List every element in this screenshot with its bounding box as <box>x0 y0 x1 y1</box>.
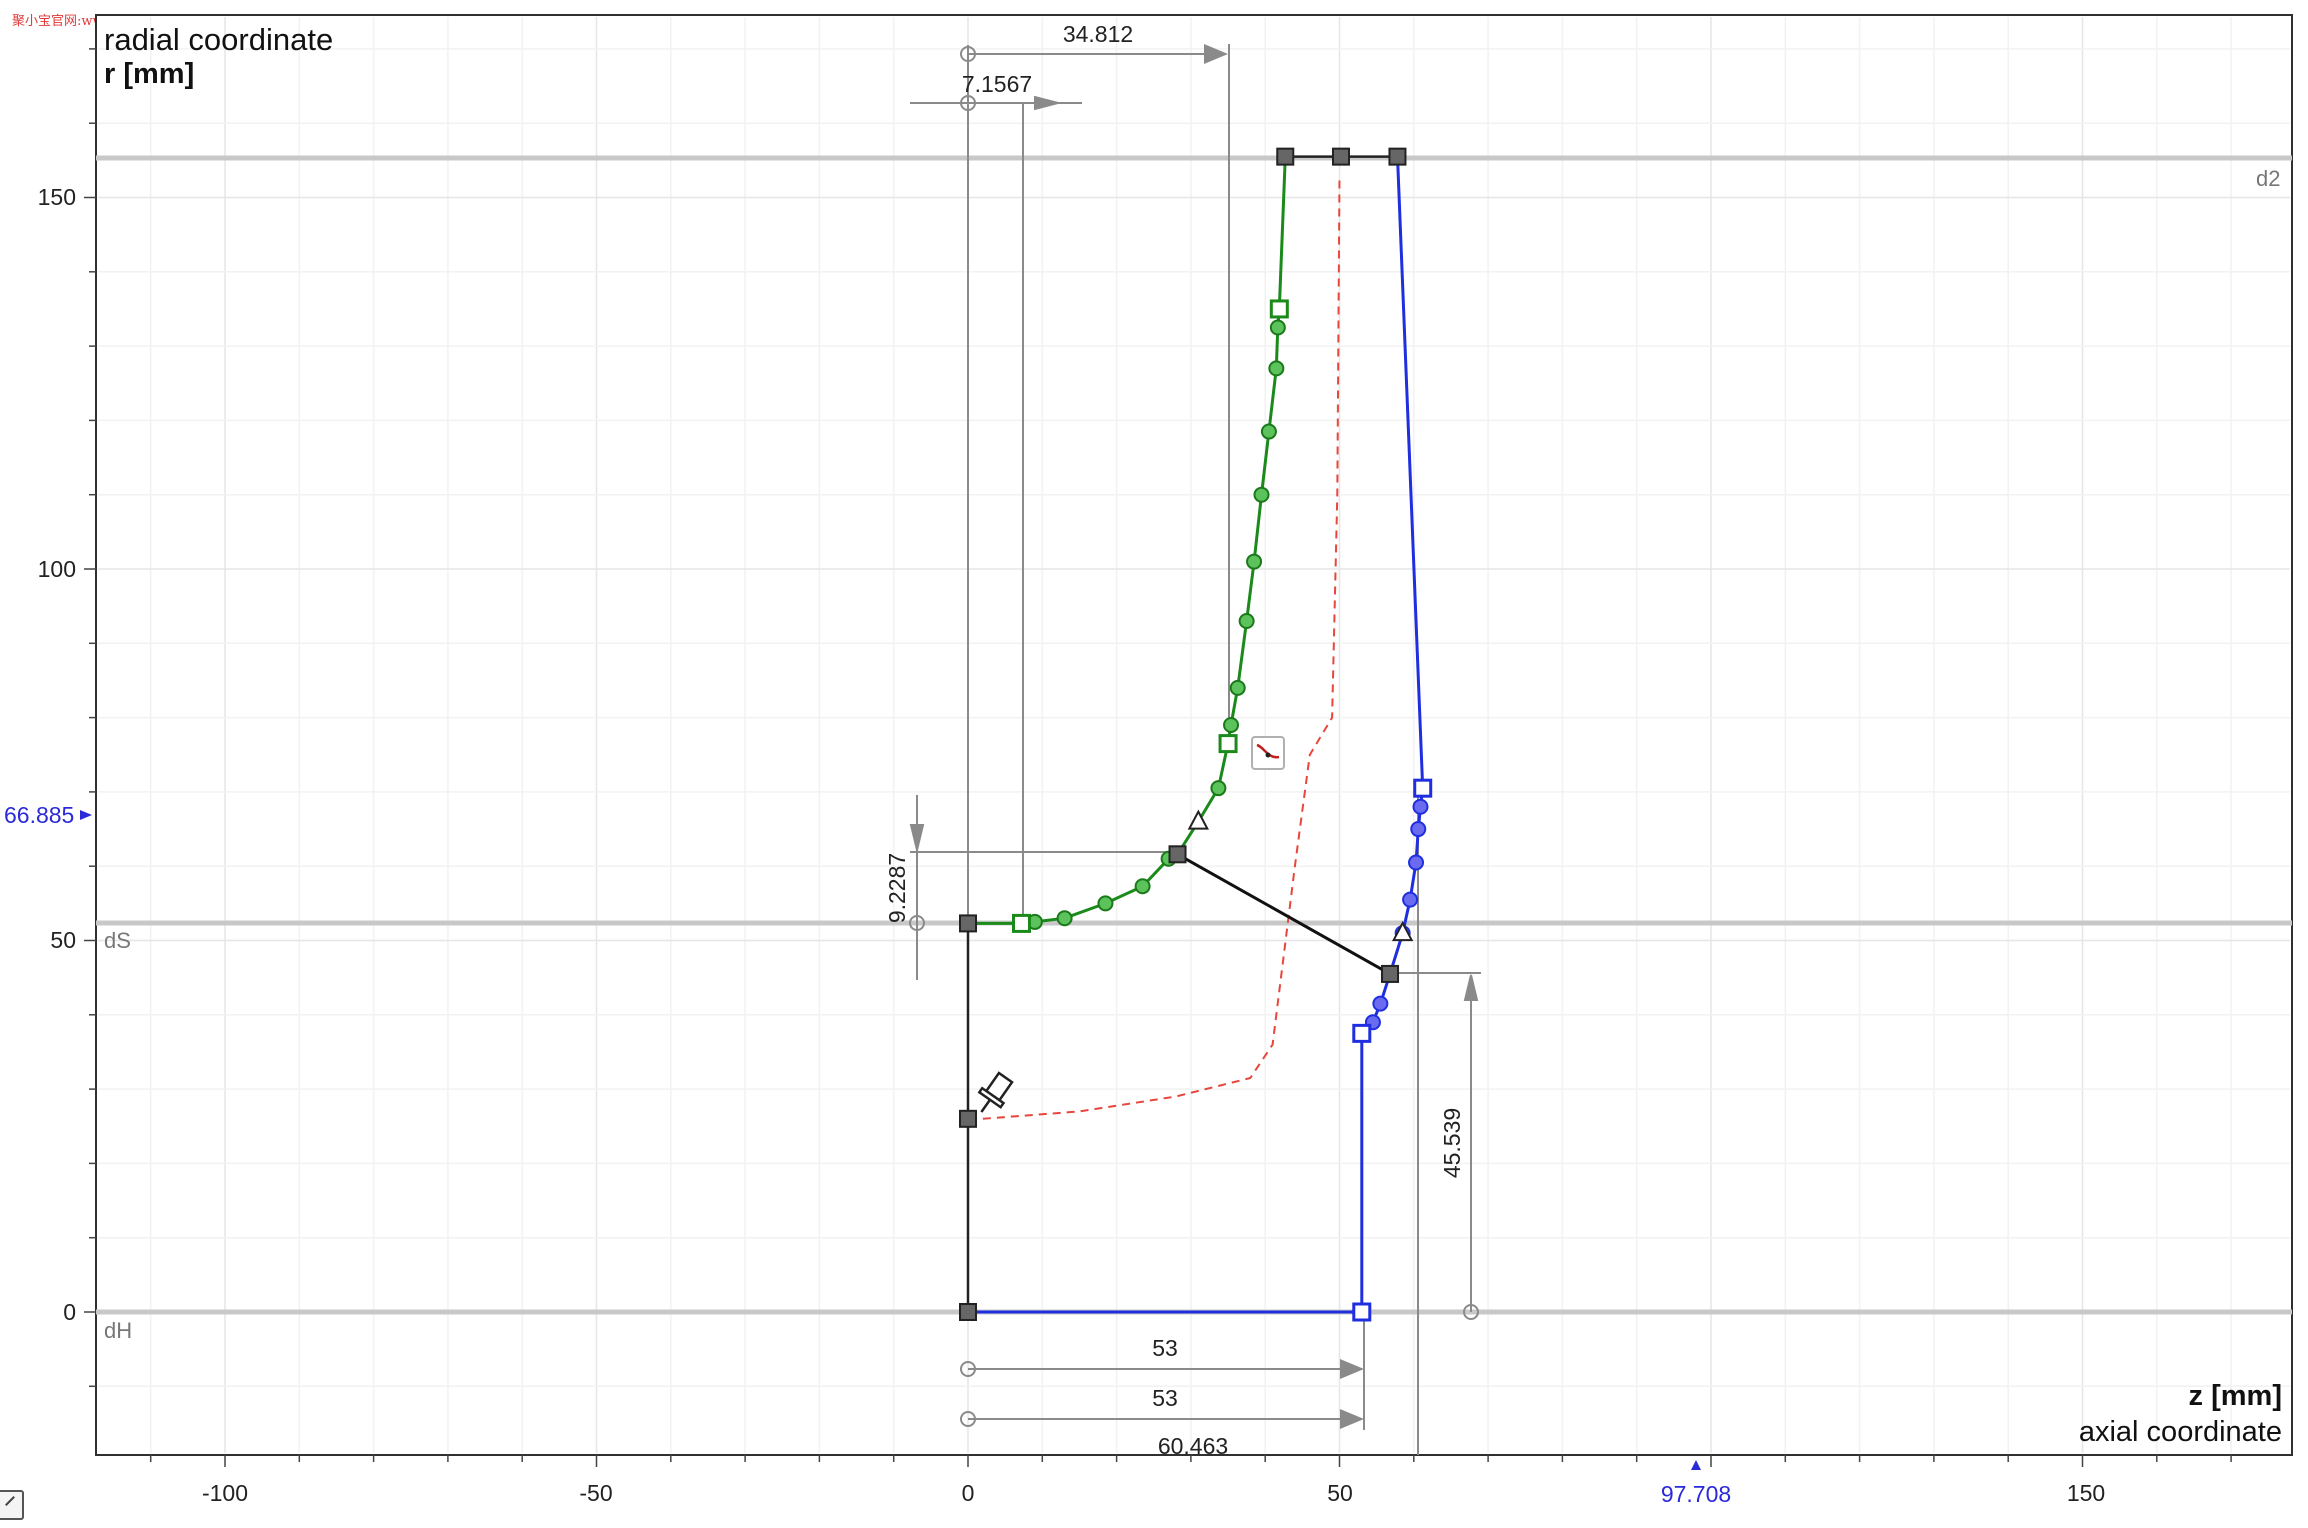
x-tick-label-minus50: -50 <box>579 1480 612 1506</box>
x-tick-label-0: 0 <box>962 1480 975 1506</box>
reference-label-ds: dS <box>104 928 131 953</box>
x-axis-unit: z [mm] <box>2188 1380 2282 1412</box>
green-control-point[interactable] <box>1134 878 1151 895</box>
gray-node[interactable] <box>1276 147 1295 166</box>
blue-control-point[interactable] <box>1372 995 1389 1012</box>
edit-corner-icon[interactable] <box>0 1490 24 1520</box>
y-tick-label-0: 0 <box>63 1299 76 1325</box>
y-axis-unit: r [mm] <box>104 58 195 90</box>
green-control-point[interactable] <box>1210 780 1227 797</box>
x-marker-icon[interactable] <box>1691 1460 1701 1470</box>
gray-node[interactable] <box>1168 845 1187 864</box>
dim-label-bottom-3[interactable]: 60.463 <box>1158 1433 1228 1459</box>
x-tick-label-minus100: -100 <box>202 1480 248 1506</box>
dim-label-top-long[interactable]: 34.812 <box>1063 21 1133 47</box>
gray-node[interactable] <box>1331 147 1350 166</box>
blue-control-point[interactable] <box>1408 854 1425 871</box>
blue-square-handle[interactable] <box>1352 1302 1372 1322</box>
green-control-point[interactable] <box>1260 423 1277 440</box>
green-control-point[interactable] <box>1253 486 1270 503</box>
green-control-point[interactable] <box>1246 553 1263 570</box>
curve-edit-icon[interactable] <box>1251 736 1285 770</box>
dim-label-top-short[interactable]: 7.1567 <box>962 71 1032 97</box>
blue-control-point[interactable] <box>1402 891 1419 908</box>
blue-square-handle[interactable] <box>1413 778 1433 798</box>
blue-control-point[interactable] <box>1412 798 1429 815</box>
green-control-point[interactable] <box>1238 613 1255 630</box>
gray-node[interactable] <box>1388 147 1407 166</box>
x-axis-title: axial coordinate <box>2078 1416 2282 1448</box>
x-tick-label-150: 150 <box>2067 1480 2105 1506</box>
green-square-handle[interactable] <box>1218 734 1238 754</box>
green-control-point[interactable] <box>1056 910 1073 927</box>
green-control-point[interactable] <box>1269 319 1286 336</box>
x-tick-label-50: 50 <box>1327 1480 1353 1506</box>
y-tick-label-100: 100 <box>38 556 76 582</box>
green-square-handle[interactable] <box>1011 913 1031 933</box>
blue-control-point[interactable] <box>1410 821 1427 838</box>
plot-frame <box>95 14 2293 1456</box>
x-marker-value[interactable]: 97.708 <box>1661 1481 1731 1507</box>
reference-label-d2: d2 <box>2256 166 2280 191</box>
green-control-point[interactable] <box>1268 360 1285 377</box>
blue-square-handle[interactable] <box>1352 1023 1372 1043</box>
y-tick-label-50: 50 <box>50 927 76 953</box>
green-square-handle[interactable] <box>1269 299 1289 319</box>
dim-label-right-vertical[interactable]: 45.539 <box>1439 1108 1465 1178</box>
meridional-plot[interactable]: d2 dS dH -100 -50 0 50 150 150 100 50 0 … <box>0 0 2308 1528</box>
green-control-point[interactable] <box>1223 717 1240 734</box>
dim-label-left-vertical[interactable]: 9.2287 <box>884 853 910 923</box>
y-tick-label-150: 150 <box>38 184 76 210</box>
y-axis-title: radial coordinate <box>104 22 334 57</box>
gray-node[interactable] <box>959 914 977 933</box>
green-control-point[interactable] <box>1097 895 1114 912</box>
y-marker-icon[interactable] <box>80 810 92 820</box>
gray-node[interactable] <box>959 1109 977 1128</box>
y-marker-value[interactable]: 66.885 <box>4 802 74 828</box>
reference-label-dh: dH <box>104 1318 132 1343</box>
green-control-point[interactable] <box>1229 679 1246 696</box>
dim-label-bottom-1[interactable]: 53 <box>1152 1335 1178 1361</box>
gray-node[interactable] <box>959 1303 977 1321</box>
dim-label-bottom-2[interactable]: 53 <box>1152 1385 1178 1411</box>
gray-node[interactable] <box>1381 964 1400 983</box>
